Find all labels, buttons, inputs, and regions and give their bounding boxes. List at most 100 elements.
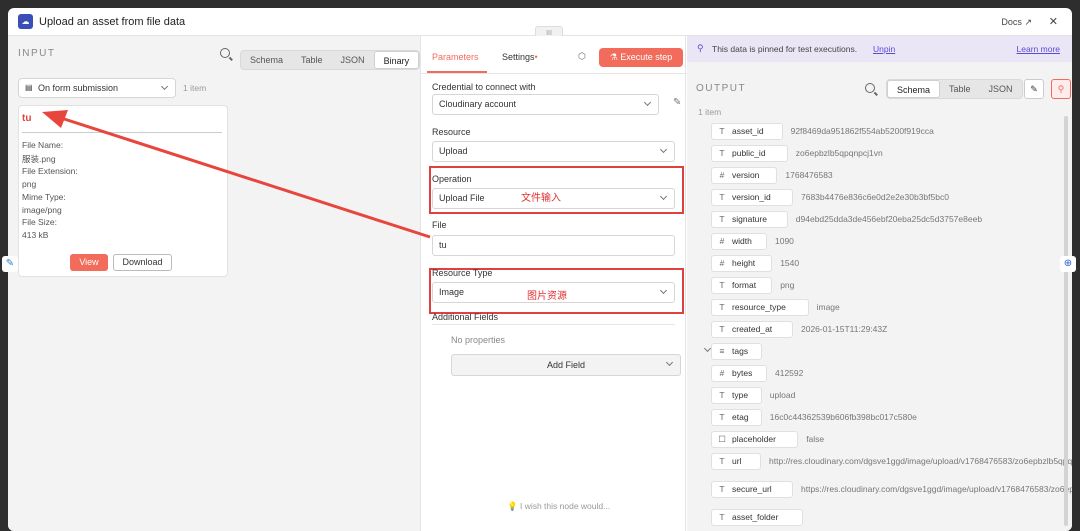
tab-schema[interactable]: Schema: [887, 80, 941, 98]
tab-settings[interactable]: Settings•: [502, 52, 538, 62]
search-icon[interactable]: [865, 83, 875, 93]
type-icon: T: [719, 324, 725, 334]
notes-icon[interactable]: ✎: [2, 256, 18, 272]
type-icon: T: [719, 302, 725, 312]
chevron-down-icon: [160, 82, 169, 91]
field-value: false: [806, 434, 825, 444]
tab-settings-label: Settings: [502, 52, 535, 62]
field-value: 1768476583: [785, 170, 833, 180]
file-ext-label: File Extension:: [22, 166, 78, 176]
file-input[interactable]: tu: [432, 235, 675, 256]
divider: [22, 132, 222, 133]
field-value: https://res.cloudinary.com/dgsve1ggd/ima…: [801, 484, 1072, 494]
field-value: upload: [769, 390, 796, 400]
mime-label: Mime Type:: [22, 192, 66, 202]
source-node-select[interactable]: ▤ On form submission: [18, 78, 176, 98]
field-value: 1540: [780, 258, 800, 268]
search-icon[interactable]: [220, 48, 230, 58]
resource-select[interactable]: Upload: [432, 141, 675, 162]
field-value: 1090: [775, 236, 794, 246]
type-icon: T: [719, 192, 725, 202]
mime-value: image/png: [22, 205, 62, 215]
chevron-down-icon: [659, 286, 668, 295]
edit-output-button[interactable]: ✎: [1024, 79, 1044, 99]
field-key: bytes: [732, 368, 753, 378]
field-value: zo6epbzlb5qpqnpcj1vn: [795, 148, 883, 158]
settings-changed-dot: •: [534, 52, 538, 62]
annotation-resource-type: 图片资源: [527, 291, 567, 302]
tabbar-divider: [421, 73, 687, 74]
output-scrollbar[interactable]: [1064, 116, 1068, 526]
tab-table[interactable]: Table: [292, 51, 332, 69]
unpin-link[interactable]: Unpin: [873, 44, 895, 54]
form-node-icon: ▤: [25, 83, 33, 92]
docs-link[interactable]: Docs ↗: [1001, 17, 1032, 28]
tab-parameters[interactable]: Parameters: [432, 52, 479, 62]
type-icon: T: [719, 412, 725, 422]
binary-file-card: tu File Name: 服装.png File Extension: png…: [18, 105, 228, 277]
feedback-link[interactable]: 💡 I wish this node would...: [507, 501, 610, 512]
tab-json[interactable]: JSON: [332, 51, 374, 69]
pinned-banner: ⚲ This data is pinned for test execution…: [687, 36, 1072, 62]
tab-table[interactable]: Table: [940, 80, 980, 98]
type-icon: T: [719, 484, 725, 494]
file-label: File: [432, 220, 447, 230]
add-field-button[interactable]: Add Field: [451, 354, 681, 376]
parameters-panel: Parameters Settings• ⬡ ⚗ Execute step Cr…: [420, 36, 687, 531]
type-icon: T: [719, 280, 725, 290]
globe-icon[interactable]: ⊕: [1060, 256, 1076, 272]
input-view-tabs: Schema Table JSON Binary: [240, 50, 421, 70]
input-heading: INPUT: [18, 48, 56, 59]
field-value: d94ebd25dda3de456ebf20eba25dc5d3757e8eeb: [795, 214, 983, 224]
field-key: version_id: [732, 192, 771, 202]
type-icon: T: [719, 214, 725, 224]
feedback-text: I wish this node would...: [519, 501, 611, 511]
view-button[interactable]: View: [70, 254, 108, 271]
node-modal: ☁ Upload an asset from file data Docs ↗ …: [8, 8, 1072, 531]
field-value: 16c0c44362539b606fb398bc017c580e: [769, 412, 917, 422]
lightbulb-icon: 💡: [507, 501, 518, 511]
tab-json[interactable]: JSON: [980, 80, 1022, 98]
cube-icon: ⬡: [578, 51, 586, 61]
credential-select[interactable]: Cloudinary account: [432, 94, 659, 115]
tab-binary[interactable]: Binary: [373, 51, 420, 69]
execute-step-label: Execute step: [620, 52, 673, 62]
binary-property-name: tu: [22, 113, 32, 124]
pin-icon: ⚲: [697, 43, 704, 53]
file-name-label: File Name:: [22, 140, 64, 150]
annotation-operation: 文件输入: [521, 193, 561, 204]
resource-value: Upload: [439, 146, 468, 156]
collapse-chevron-icon[interactable]: [703, 344, 712, 353]
field-key: etag: [732, 412, 749, 422]
chevron-down-icon: [659, 192, 668, 201]
field-value: 92f8469da951862f554ab5200f919cca: [790, 126, 934, 136]
additional-fields-divider: [432, 324, 675, 325]
input-panel: INPUT Schema Table JSON Binary ▤ On form…: [8, 36, 421, 531]
tab-schema[interactable]: Schema: [241, 51, 292, 69]
type-icon: #: [719, 368, 725, 378]
learn-more-link[interactable]: Learn more: [1017, 44, 1060, 54]
field-key: asset_id: [732, 126, 764, 136]
file-name-value: 服装.png: [22, 154, 56, 164]
field-value: http://res.cloudinary.com/dgsve1ggd/imag…: [769, 456, 1072, 466]
type-icon: #: [719, 258, 725, 268]
close-icon[interactable]: ✕: [1049, 15, 1058, 28]
additional-fields-label: Additional Fields: [432, 312, 499, 322]
type-icon: T: [719, 512, 725, 522]
field-value: 412592: [775, 368, 804, 378]
pin-data-button[interactable]: ⚲: [1051, 79, 1071, 99]
field-value: image: [816, 302, 840, 312]
execute-step-button[interactable]: ⚗ Execute step: [599, 48, 683, 67]
operation-value: Upload File: [439, 193, 485, 203]
edit-pencil-icon[interactable]: ✎: [673, 97, 681, 108]
chevron-down-icon: [665, 358, 674, 367]
pinned-text: This data is pinned for test executions.: [712, 44, 858, 54]
modal-title: Upload an asset from file data: [39, 16, 186, 28]
download-button[interactable]: Download: [113, 254, 172, 271]
no-properties-text: No properties: [451, 335, 506, 345]
resource-type-label: Resource Type: [432, 268, 493, 278]
output-panel: ⚲ This data is pinned for test execution…: [687, 36, 1072, 531]
type-icon: T: [719, 148, 725, 158]
resource-label: Resource: [432, 127, 471, 137]
field-key: version: [732, 170, 760, 180]
